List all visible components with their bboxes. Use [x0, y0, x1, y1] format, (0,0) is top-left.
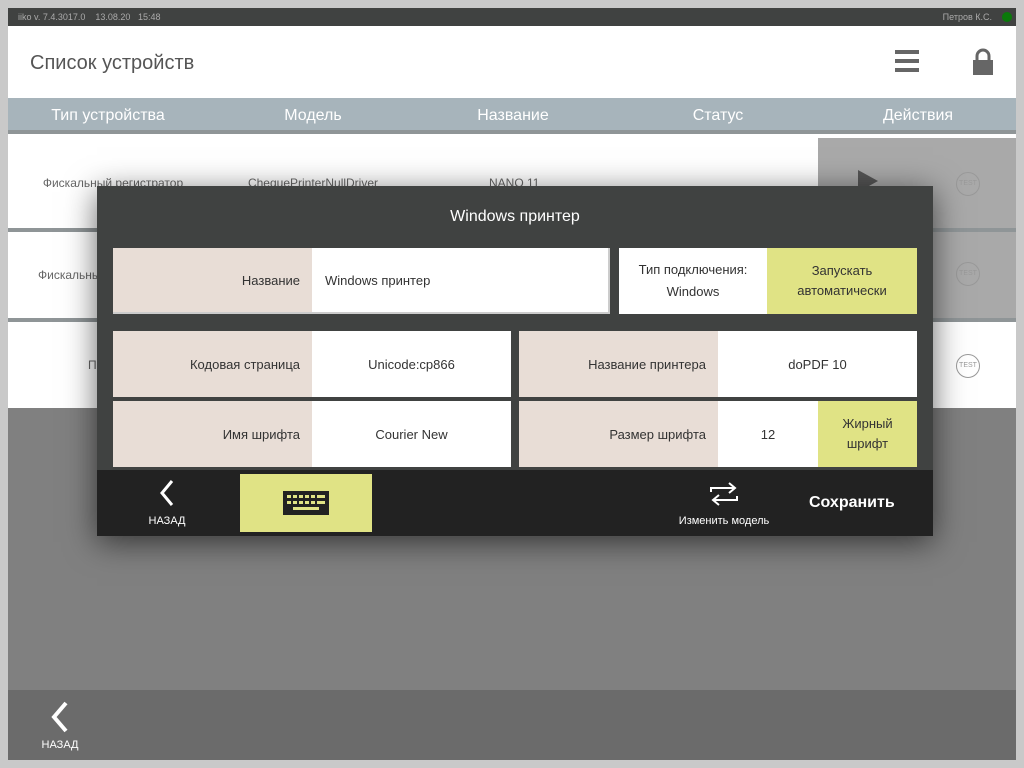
page-title: Список устройств — [30, 52, 195, 74]
save-button[interactable]: Сохранить — [809, 494, 895, 512]
change-model-button[interactable]: Изменить модель — [669, 480, 779, 527]
name-input[interactable]: Windows принтер — [312, 248, 608, 312]
chevron-left-icon — [160, 480, 174, 506]
time: 15:48 — [137, 12, 161, 22]
table-header: Тип устройства Модель Название Статус Де… — [8, 98, 1016, 134]
name-field[interactable]: Название Windows принтер — [113, 248, 610, 314]
column-name: Название — [477, 107, 549, 124]
font-name-field[interactable]: Имя шрифта Courier New — [113, 401, 511, 467]
device-settings-dialog: Windows принтер Название Windows принтер… — [97, 186, 933, 536]
column-actions: Действия — [882, 107, 954, 124]
test-button[interactable]: TEST — [956, 172, 980, 196]
dialog-back-button[interactable]: НАЗАД — [142, 478, 192, 527]
font-size-input[interactable]: 12 — [718, 401, 818, 467]
keyboard-icon — [283, 491, 329, 515]
codepage-select[interactable]: Unicode:cp866 — [312, 331, 511, 397]
version: iiko v. 7.4.3017.0 — [18, 12, 86, 22]
lock-icon[interactable] — [971, 48, 995, 76]
header: Список устройств — [8, 26, 1016, 98]
printer-select[interactable]: doPDF 10 — [718, 331, 917, 397]
column-type: Тип устройства — [51, 107, 165, 124]
status-bar: iiko v. 7.4.3017.0 13.08.20 15:48 Петров… — [8, 8, 1016, 26]
printer-name-field[interactable]: Название принтера doPDF 10 — [519, 331, 917, 397]
back-button[interactable]: НАЗАД — [38, 700, 82, 751]
connection-status-icon — [1002, 12, 1012, 22]
font-name-input[interactable]: Courier New — [312, 401, 511, 467]
swap-icon — [710, 482, 738, 506]
autostart-toggle[interactable]: Запускать автоматически — [767, 248, 917, 314]
bold-toggle[interactable]: Жирный шрифт — [818, 401, 917, 467]
keyboard-button[interactable] — [240, 474, 372, 532]
chevron-left-icon — [51, 701, 68, 733]
footer-bar: НАЗАД — [8, 690, 1016, 760]
codepage-field[interactable]: Кодовая страница Unicode:cp866 — [113, 331, 511, 397]
connection-field[interactable]: Тип подключения: Windows Запускать автома… — [619, 248, 917, 314]
dialog-title: Windows принтер — [450, 208, 580, 225]
test-button[interactable]: TEST — [956, 262, 980, 286]
hamburger-icon[interactable] — [895, 50, 919, 72]
column-status: Статус — [692, 107, 744, 124]
dialog-toolbar: НАЗАД Изменить модель Сохранить — [97, 470, 933, 536]
font-size-field[interactable]: Размер шрифта 12 Жирный шрифт — [519, 401, 917, 467]
date: 13.08.20 — [95, 12, 131, 22]
connection-type[interactable]: Windows — [667, 281, 720, 303]
column-model: Модель — [284, 107, 342, 124]
user-name: Петров К.С. — [942, 12, 992, 22]
test-button[interactable]: TEST — [956, 354, 980, 378]
